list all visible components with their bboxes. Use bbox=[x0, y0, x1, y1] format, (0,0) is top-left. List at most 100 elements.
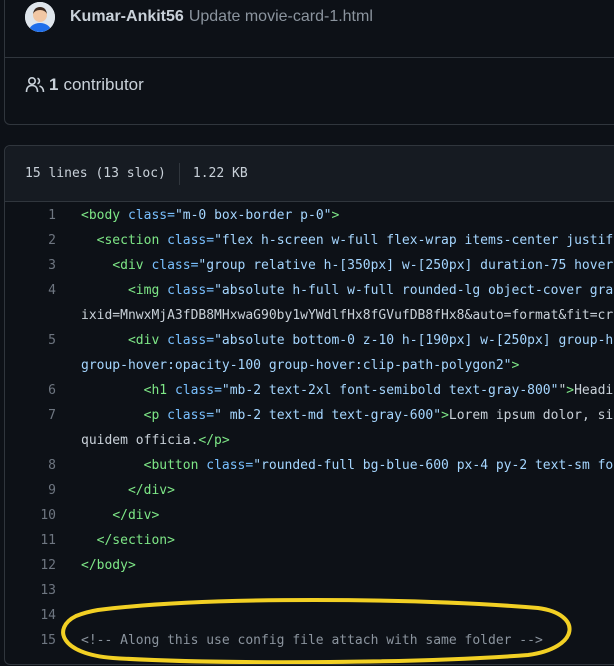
line-number[interactable]: 3 bbox=[5, 253, 81, 278]
line-number[interactable]: 6 bbox=[5, 378, 81, 403]
people-icon bbox=[25, 76, 45, 93]
code-token: class= bbox=[127, 208, 175, 223]
code-line: 15 <!-- Along this use config file attach… bbox=[5, 628, 614, 653]
code-token: </div> bbox=[127, 483, 175, 498]
code-line: 4 <img class="absolute h-full w-full rou… bbox=[5, 278, 614, 328]
code-text: <body class="m-0 box-border p-0"> bbox=[81, 203, 614, 228]
code-token: "group relative h-[350px] w-[250px] dura… bbox=[198, 258, 614, 273]
divider bbox=[5, 57, 614, 58]
code-token: class= bbox=[206, 458, 254, 473]
code-token: <div bbox=[127, 333, 168, 348]
code-line: 10 </div> bbox=[5, 503, 614, 528]
code-token: > bbox=[331, 208, 340, 223]
code-line: 7 <p class=" mb-2 text-md text-gray-600"… bbox=[5, 403, 614, 453]
code-text: <section class="flex h-screen w-full fle… bbox=[81, 228, 614, 253]
code-text: <button class="rounded-full bg-blue-600 … bbox=[81, 453, 614, 478]
code-token: class= bbox=[174, 383, 222, 398]
code-text: <h1 class="mb-2 text-2xl font-semibold t… bbox=[81, 378, 614, 403]
header-separator bbox=[178, 162, 180, 185]
line-number[interactable]: 8 bbox=[5, 453, 81, 478]
line-number[interactable]: 15 bbox=[5, 628, 81, 653]
line-number[interactable]: 11 bbox=[5, 528, 81, 553]
line-number[interactable]: 10 bbox=[5, 503, 81, 528]
code-token: <button bbox=[143, 458, 207, 473]
code-line: 5 <div class="absolute bottom-0 z-10 h-[… bbox=[5, 328, 614, 378]
code-line: 14 bbox=[5, 603, 614, 628]
code-text: </div> bbox=[81, 478, 614, 503]
code-line: 8 <button class="rounded-full bg-blue-60… bbox=[5, 453, 614, 478]
latest-commit: Kumar-Ankit56 Update movie-card-1.html bbox=[25, 1, 373, 33]
code-token: "m-0 box-border p-0" bbox=[174, 208, 332, 223]
code-token: </body> bbox=[81, 558, 136, 573]
code-token: ixid=MnwxMjA3fDB8MHxwaG90by1wYWdlfHx8fGV… bbox=[81, 308, 614, 323]
line-number[interactable]: 4 bbox=[5, 278, 81, 328]
code-token: "mb-2 text-2xl font-semibold text-gray-8… bbox=[221, 383, 559, 398]
code-text: <div class="absolute bottom-0 z-10 h-[19… bbox=[81, 328, 614, 378]
code-token: "absolute h-full w-full rounded-lg objec… bbox=[214, 283, 614, 298]
code-token: class= bbox=[167, 283, 215, 298]
code-token: class= bbox=[167, 333, 215, 348]
code-token: <p bbox=[143, 408, 168, 423]
code-text: </body> bbox=[81, 553, 614, 578]
code-line: 2 <section class="flex h-screen w-full f… bbox=[5, 228, 614, 253]
code-text: </section> bbox=[81, 528, 614, 553]
line-number[interactable]: 14 bbox=[5, 603, 81, 628]
code-token: class= bbox=[151, 258, 199, 273]
avatar[interactable] bbox=[25, 2, 55, 32]
code-token: <h1 bbox=[143, 383, 175, 398]
code-line: 6 <h1 class="mb-2 text-2xl font-semibold… bbox=[5, 378, 614, 403]
code-text: <div class="group relative h-[350px] w-[… bbox=[81, 253, 614, 278]
code-token: group-hover:opacity-100 group-hover:clip… bbox=[81, 358, 512, 373]
code-token: </p> bbox=[198, 433, 230, 448]
code-line: 9 </div> bbox=[5, 478, 614, 503]
contributor-count: 1 bbox=[49, 75, 59, 94]
avatar-image-icon bbox=[25, 2, 55, 32]
line-number[interactable]: 1 bbox=[5, 203, 81, 228]
code-token: <!-- Along this use config file attach w… bbox=[81, 633, 543, 648]
line-number[interactable]: 5 bbox=[5, 328, 81, 378]
code-text: <img class="absolute h-full w-full round… bbox=[81, 278, 614, 328]
line-number[interactable]: 13 bbox=[5, 578, 81, 603]
code-token: > bbox=[511, 358, 520, 373]
file-viewer: 15 lines (13 sloc) 1.22 KB 1 <body class=… bbox=[4, 145, 614, 665]
contributors-link[interactable]: 1 contributor bbox=[25, 73, 144, 97]
file-line-count: 15 lines (13 sloc) bbox=[25, 166, 166, 181]
code-token: <div bbox=[112, 258, 152, 273]
code-token: </section> bbox=[96, 533, 175, 548]
commit-info-box: Kumar-Ankit56 Update movie-card-1.html 1… bbox=[4, 0, 614, 125]
code-token: > bbox=[441, 408, 449, 423]
code-token: <body bbox=[81, 208, 128, 223]
code-token: </div> bbox=[112, 508, 160, 523]
line-number[interactable]: 7 bbox=[5, 403, 81, 453]
line-number[interactable]: 2 bbox=[5, 228, 81, 253]
code-line: 13 bbox=[5, 578, 614, 603]
code-token: <img bbox=[127, 283, 168, 298]
code-line: 12 </body> bbox=[5, 553, 614, 578]
code-line: 1 <body class="m-0 box-border p-0"> bbox=[5, 203, 614, 228]
code-token: "rounded-full bg-blue-600 px-4 py-2 text… bbox=[253, 458, 614, 473]
commit-author-link[interactable]: Kumar-Ankit56 bbox=[70, 8, 184, 26]
line-number[interactable]: 9 bbox=[5, 478, 81, 503]
commit-message-link[interactable]: Update movie-card-1.html bbox=[189, 8, 373, 26]
code-token: "absolute bottom-0 z-10 h-[190px] w-[250… bbox=[214, 333, 614, 348]
code-token: " mb-2 text-md text-gray-600" bbox=[214, 408, 442, 423]
code-line: 11 </section> bbox=[5, 528, 614, 553]
code-listing: 1 <body class="m-0 box-border p-0"> 2 <sec… bbox=[5, 203, 614, 653]
code-token: <section bbox=[96, 233, 168, 248]
code-token: "flex h-screen w-full flex-wrap items-ce… bbox=[214, 233, 614, 248]
code-token: Heading bbox=[574, 383, 614, 398]
file-header: 15 lines (13 sloc) 1.22 KB bbox=[5, 146, 614, 202]
code-line: 3 <div class="group relative h-[350px] w… bbox=[5, 253, 614, 278]
line-number[interactable]: 12 bbox=[5, 553, 81, 578]
